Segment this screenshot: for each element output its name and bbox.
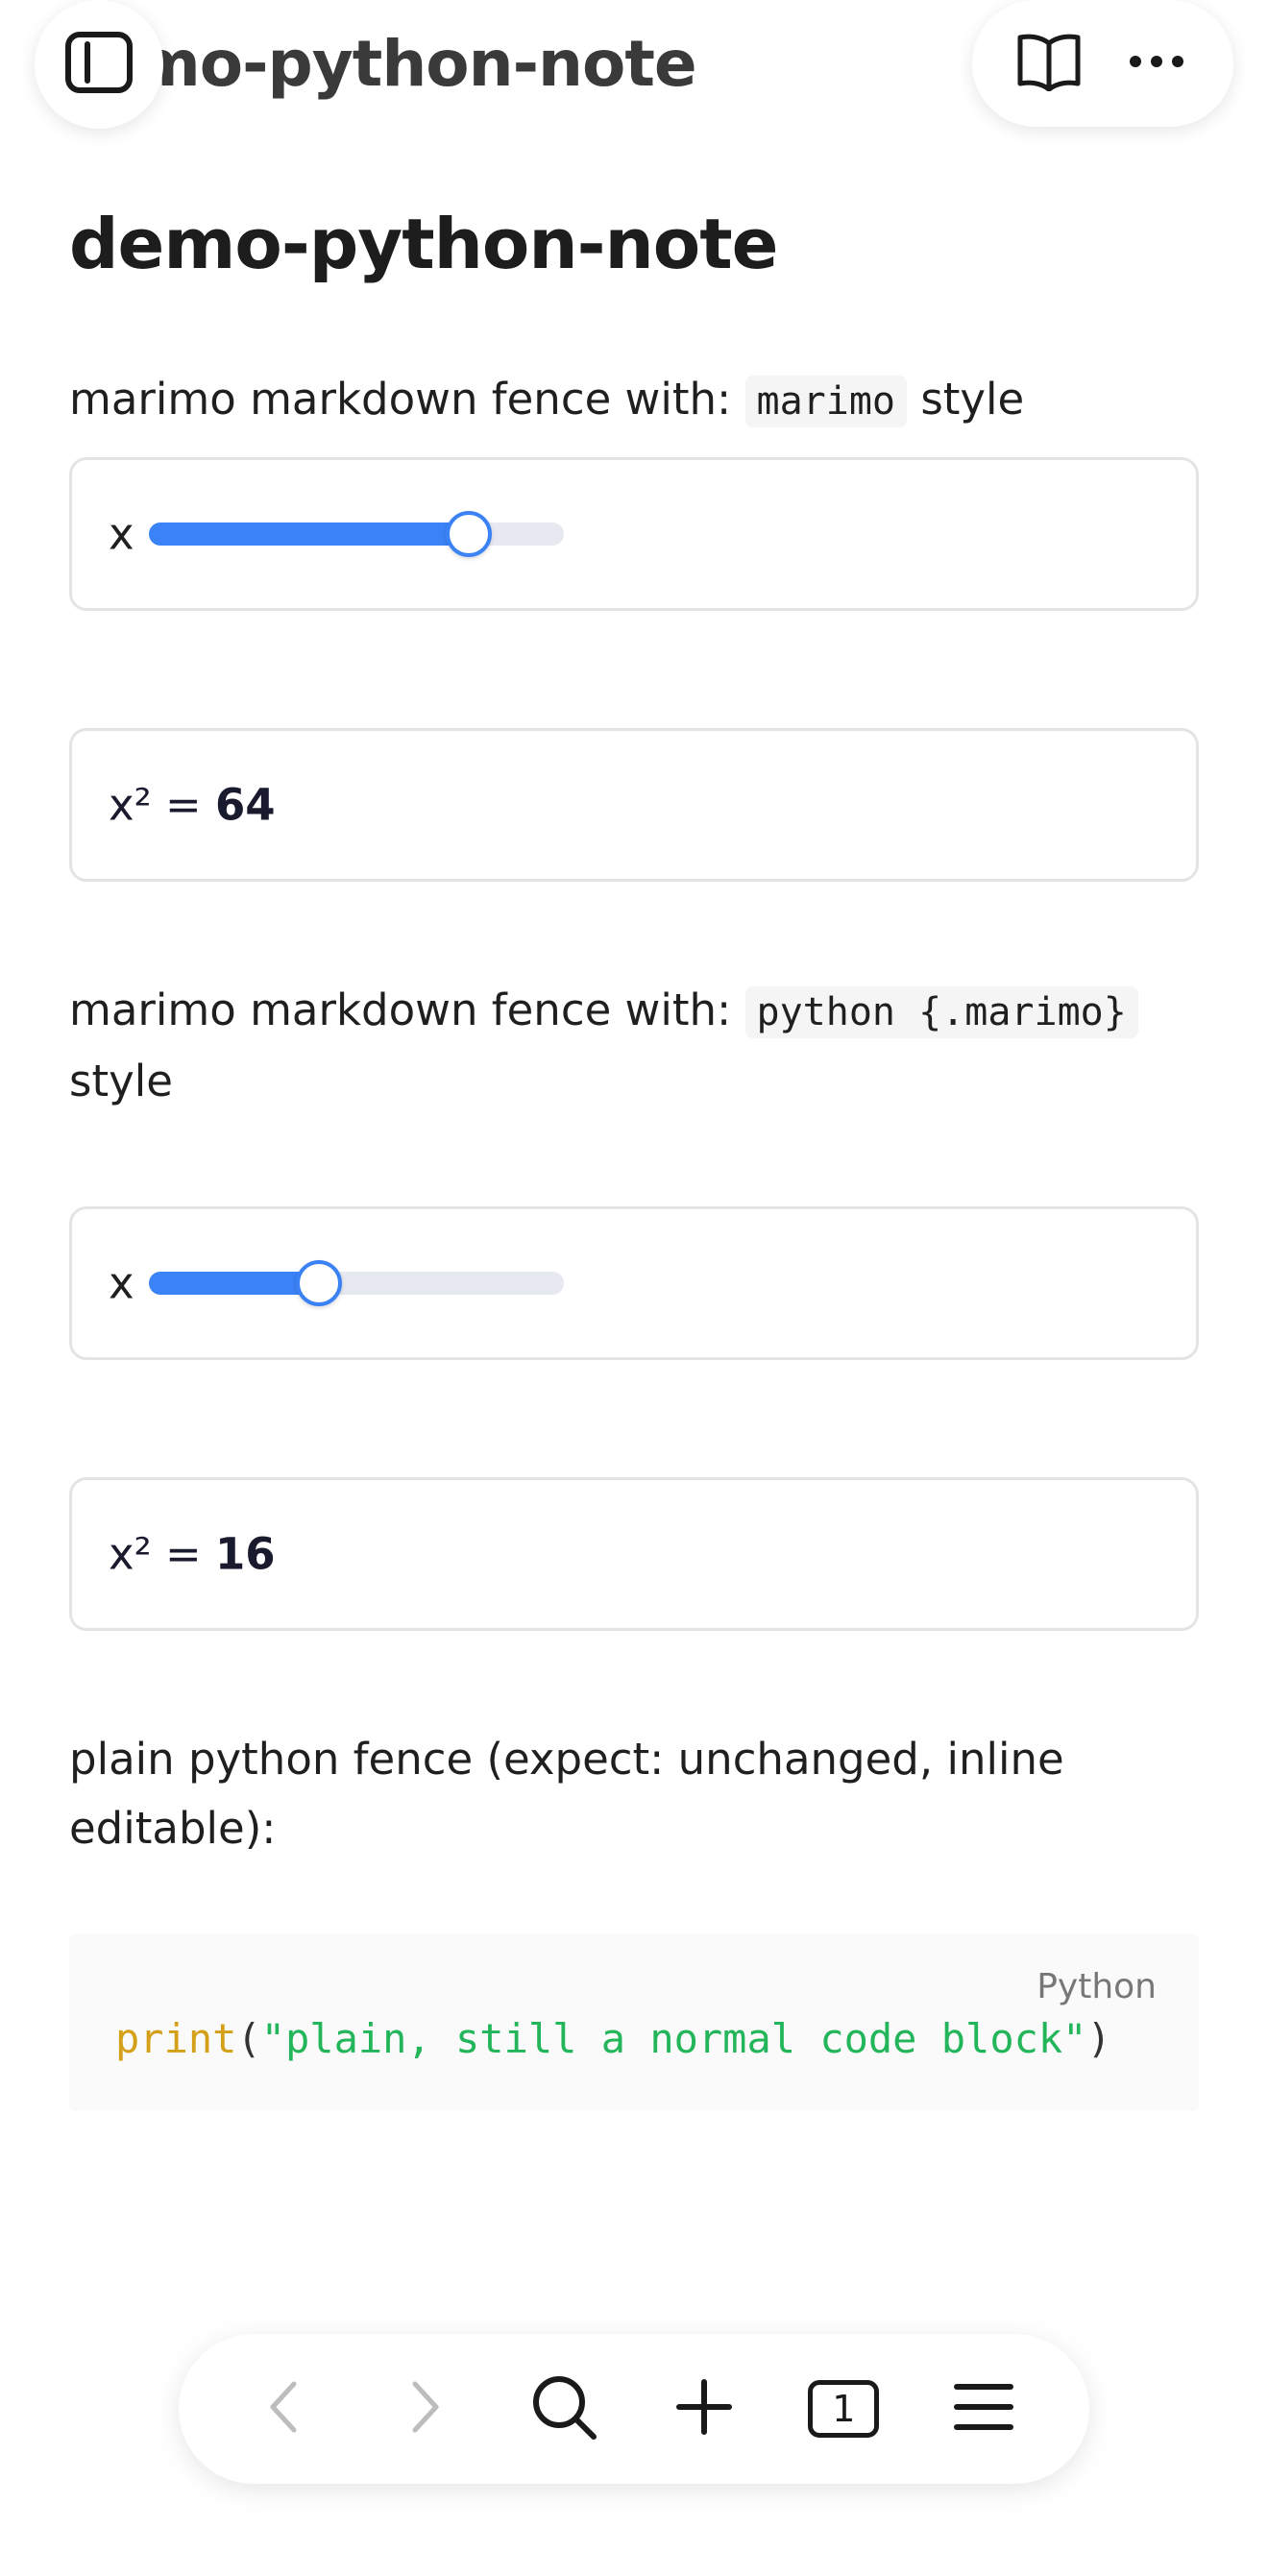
search-button[interactable] (506, 2351, 622, 2467)
sidebar-toggle-button[interactable] (35, 0, 163, 129)
output-cell-2: x² = 16 (69, 1477, 1199, 1631)
code-line: print("plain, still a normal code block"… (115, 2015, 1111, 2062)
para-text: style (920, 374, 1025, 425)
back-icon (265, 2378, 304, 2440)
output-value: x² = 64 (109, 780, 276, 831)
para-text: marimo markdown fence with: (69, 984, 732, 1035)
slider-label: x (109, 1257, 134, 1309)
inline-code: python {.marimo} (744, 986, 1138, 1038)
forward-button[interactable] (367, 2351, 482, 2467)
paragraph-marimo-fence: marimo markdown fence with: marimo style (69, 365, 1199, 436)
output-number: 64 (214, 779, 276, 831)
inline-code: marimo (744, 376, 908, 427)
slider-widget-1: x (69, 457, 1199, 611)
code-punctuation: ( (236, 2015, 261, 2062)
slider-track[interactable] (149, 1260, 564, 1306)
slider-label: x (109, 508, 134, 560)
sidebar-icon (64, 31, 134, 98)
browser-toolbar: 1 (179, 2334, 1089, 2484)
code-function: print (115, 2015, 237, 2062)
slider-track[interactable] (149, 511, 564, 557)
code-block[interactable]: Python print("plain, still a normal code… (69, 1934, 1199, 2111)
paragraph-plain-python: plain python fence (expect: unchanged, i… (69, 1734, 1064, 1854)
slider-thumb[interactable] (445, 511, 492, 557)
paragraph-python-marimo-fence: marimo markdown fence with: python {.mar… (69, 976, 1199, 1116)
book-icon (1015, 32, 1083, 95)
code-language-label: Python (1036, 1967, 1157, 2006)
slider-widget-2: x (69, 1206, 1199, 1360)
slider-fill (149, 522, 469, 546)
plus-icon (675, 2378, 733, 2440)
output-prefix: x² = (109, 779, 215, 831)
slider-thumb[interactable] (296, 1260, 343, 1306)
page-title-header: mo-python-note (134, 27, 697, 101)
output-cell-1: x² = 64 (69, 728, 1199, 882)
menu-button[interactable] (926, 2351, 1041, 2467)
document-title: demo-python-note (69, 204, 778, 284)
code-string: "plain, still a normal code block" (260, 2015, 1087, 2062)
back-button[interactable] (227, 2351, 342, 2467)
reader-button[interactable] (1001, 15, 1097, 111)
slider-fill (149, 1272, 320, 1295)
output-prefix: x² = (109, 1528, 215, 1580)
output-number: 16 (214, 1528, 276, 1580)
para-text: marimo markdown fence with: (69, 374, 732, 425)
forward-icon (405, 2378, 444, 2440)
more-icon (1128, 54, 1185, 73)
search-icon (530, 2373, 597, 2444)
menu-icon (953, 2381, 1014, 2437)
top-actions (972, 0, 1233, 127)
more-button[interactable] (1109, 15, 1205, 111)
para-text: style (69, 1056, 173, 1106)
tabs-icon: 1 (808, 2380, 880, 2438)
new-tab-button[interactable] (646, 2351, 762, 2467)
output-value: x² = 16 (109, 1529, 276, 1580)
code-punctuation: ) (1086, 2015, 1111, 2062)
tabs-button[interactable]: 1 (786, 2351, 901, 2467)
